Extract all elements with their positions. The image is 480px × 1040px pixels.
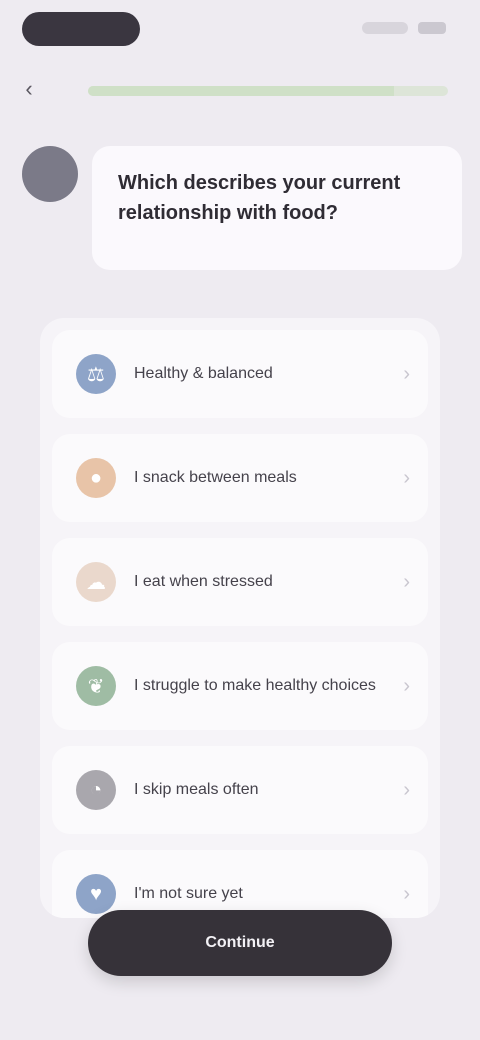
option-item[interactable]: ⚖ Healthy & balanced › (52, 330, 428, 418)
chevron-right-icon: › (403, 882, 410, 905)
battery-icon (418, 22, 446, 34)
option-label: I eat when stressed (134, 573, 273, 590)
signal-wifi-icon (362, 22, 408, 34)
option-label: Healthy & balanced (134, 365, 273, 382)
clock-icon: ◔ (76, 770, 116, 810)
status-bar-time-pill (22, 12, 140, 46)
chevron-left-icon: ‹ (25, 76, 33, 101)
chevron-right-icon: › (403, 674, 410, 697)
chevron-right-icon: › (403, 778, 410, 801)
option-label: I snack between meals (134, 469, 297, 486)
continue-button[interactable]: Continue (88, 910, 392, 976)
progress-bar (88, 86, 448, 96)
option-item[interactable]: ● I snack between meals › (52, 434, 428, 522)
option-item[interactable]: ❦ I struggle to make healthy choices › (52, 642, 428, 730)
chevron-right-icon: › (403, 570, 410, 593)
scale-icon: ⚖ (76, 354, 116, 394)
question-bubble: Which describes your current relationshi… (92, 146, 462, 270)
status-indicators (362, 22, 446, 34)
question-text: Which describes your current relationshi… (118, 172, 401, 224)
chevron-right-icon: › (403, 466, 410, 489)
chevron-right-icon: › (403, 362, 410, 385)
continue-label: Continue (205, 934, 275, 951)
snack-icon: ● (76, 458, 116, 498)
leaf-icon: ❦ (76, 666, 116, 706)
option-label: I'm not sure yet (134, 885, 243, 902)
option-label: I skip meals often (134, 781, 259, 798)
option-item[interactable]: ♥ I'm not sure yet › (52, 850, 428, 918)
back-button[interactable]: ‹ (14, 74, 44, 104)
heart-icon: ♥ (76, 874, 116, 914)
option-item[interactable]: ◔ I skip meals often › (52, 746, 428, 834)
option-item[interactable]: ☁ I eat when stressed › (52, 538, 428, 626)
option-label: I struggle to make healthy choices (134, 677, 376, 694)
stress-icon: ☁ (76, 562, 116, 602)
assistant-avatar (22, 146, 78, 202)
options-list: ⚖ Healthy & balanced › ● I snack between mea… (40, 318, 440, 918)
progress-fill (88, 86, 394, 96)
